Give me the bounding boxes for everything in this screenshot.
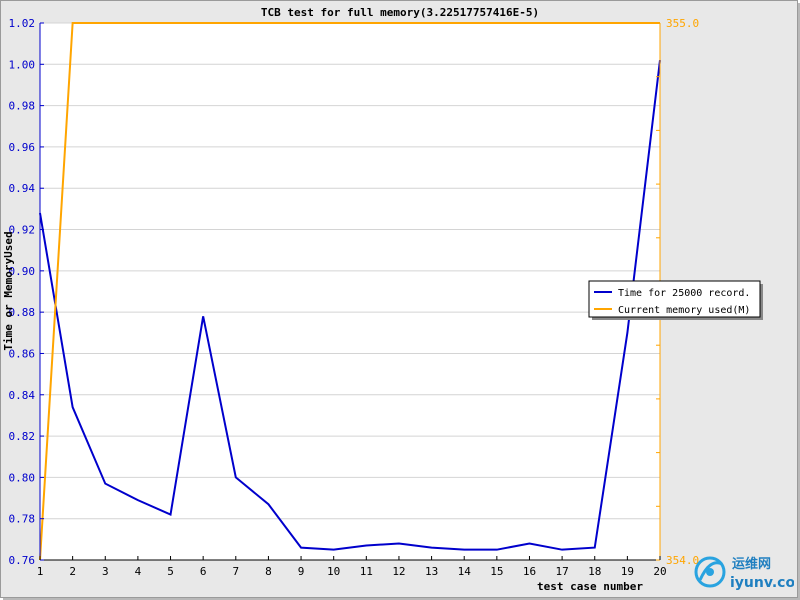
watermark-logo-icon	[694, 556, 726, 588]
x-tick-label-11: 12	[392, 565, 405, 578]
y-tick-label-0: 0.76	[9, 554, 36, 567]
x-tick-label-5: 6	[200, 565, 207, 578]
x-tick-label-6: 7	[232, 565, 239, 578]
x-tick-label-14: 15	[490, 565, 503, 578]
y-tick-label-10: 0.96	[9, 141, 36, 154]
x-tick-label-0: 1	[37, 565, 44, 578]
x-tick-label-13: 14	[458, 565, 472, 578]
y-tick-label-3: 0.82	[9, 430, 36, 443]
y2-tick-label-1: 355.0	[666, 17, 699, 30]
x-tick-label-2: 3	[102, 565, 109, 578]
watermark-brand: 运维网	[732, 556, 771, 572]
y-tick-label-11: 0.98	[9, 100, 36, 113]
legend: Time for 25000 record. Current memory us…	[588, 280, 763, 320]
legend-label-memory: Current memory used(M)	[618, 305, 750, 316]
y-tick-label-1: 0.78	[9, 513, 36, 526]
x-tick-label-1: 2	[69, 565, 76, 578]
x-tick-label-17: 18	[588, 565, 601, 578]
x-tick-label-9: 10	[327, 565, 340, 578]
x-tick-label-15: 16	[523, 565, 536, 578]
line-chart: 0.760.780.800.820.840.860.880.900.920.94…	[2, 6, 763, 593]
watermark: 运维网 iyunv.com	[690, 550, 794, 594]
x-tick-label-16: 17	[555, 565, 568, 578]
y-tick-label-4: 0.84	[9, 389, 36, 402]
y-tick-label-9: 0.94	[9, 182, 36, 195]
x-tick-label-8: 9	[298, 565, 305, 578]
y-tick-label-12: 1.00	[9, 58, 36, 71]
x-tick-label-12: 13	[425, 565, 438, 578]
legend-label-time: Time for 25000 record.	[618, 288, 750, 299]
y-tick-label-13: 1.02	[9, 17, 36, 30]
x-tick-label-18: 19	[621, 565, 634, 578]
x-tick-label-19: 20	[653, 565, 666, 578]
y-tick-label-2: 0.80	[9, 471, 36, 484]
chart-title: TCB test for full memory(3.22517757416E-…	[261, 6, 539, 19]
x-axis-label: test case number	[537, 580, 643, 593]
x-tick-label-10: 11	[360, 565, 373, 578]
watermark-site: iyunv.com	[730, 575, 794, 591]
x-tick-label-7: 8	[265, 565, 272, 578]
x-tick-label-4: 5	[167, 565, 174, 578]
y-axis-label: Time or MemoryUsed	[2, 231, 15, 350]
x-tick-label-3: 4	[135, 565, 142, 578]
plot-area	[40, 23, 660, 560]
